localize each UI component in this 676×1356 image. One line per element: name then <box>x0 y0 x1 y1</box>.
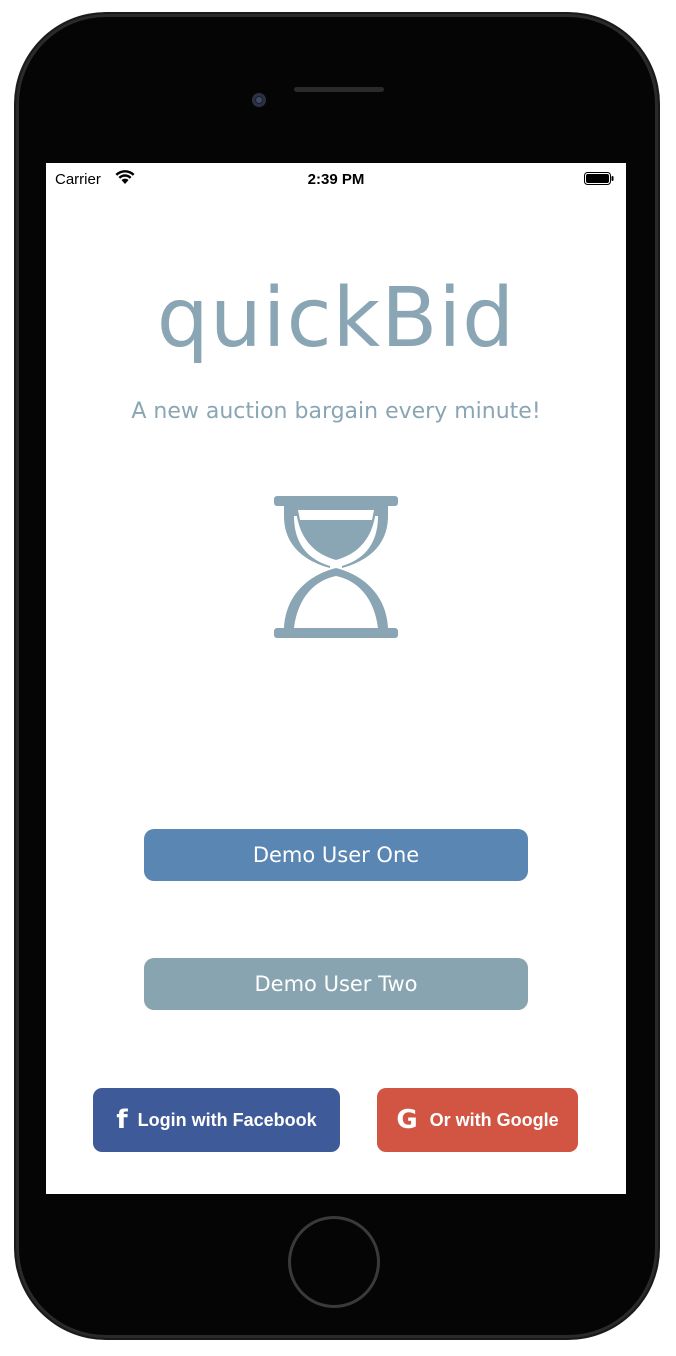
login-facebook-button[interactable]: f Login with Facebook <box>93 1088 340 1152</box>
facebook-button-label: Login with Facebook <box>137 1109 317 1130</box>
hourglass-icon <box>274 496 398 638</box>
demo-user-one-button[interactable]: Demo User One <box>144 829 528 881</box>
battery-icon <box>584 172 614 185</box>
app-screen: Carrier 2:39 PM quickBid A new auction b… <box>46 163 626 1194</box>
google-button-label: Or with Google <box>429 1109 559 1130</box>
front-camera <box>252 93 266 107</box>
login-google-button[interactable]: G Or with Google <box>377 1088 578 1152</box>
status-time: 2:39 PM <box>307 171 365 188</box>
facebook-icon: f <box>116 1105 128 1135</box>
app-title: quickBid <box>156 271 516 366</box>
app-tagline: A new auction bargain every minute! <box>131 399 541 424</box>
demo-user-two-button[interactable]: Demo User Two <box>144 958 528 1010</box>
status-bar: Carrier 2:39 PM <box>46 163 626 197</box>
earpiece-speaker <box>294 87 384 92</box>
home-button[interactable] <box>291 1219 377 1305</box>
google-icon: G <box>396 1105 418 1135</box>
